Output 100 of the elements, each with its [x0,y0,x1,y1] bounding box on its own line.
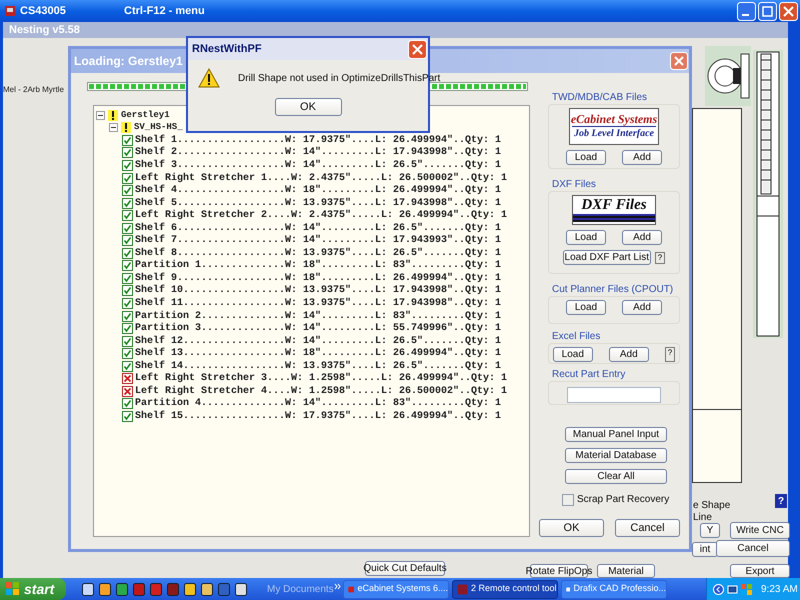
help-icon[interactable]: ? [654,252,666,264]
checkbox-icon[interactable] [122,298,133,309]
start-button[interactable]: start [0,578,66,600]
message-title: RNestWithPF [192,42,262,57]
checkbox-icon[interactable] [122,147,133,158]
tree-item[interactable]: Shelf 14.................W: 13.9375"....L: 26.5".......Qty: 1 [135,358,502,374]
checkbox-icon[interactable] [122,134,133,146]
tree-item[interactable]: Shelf 11.................W: 13.9375"....L: 17.943998"..Qty: 1 [135,296,502,311]
tree-item[interactable]: Partition 2..............W: 14".........L: 83".........Qty: 1 [135,308,502,324]
checkbox-icon[interactable] [122,235,133,246]
chevron-icon[interactable] [713,584,724,594]
checkbox-icon[interactable] [122,222,133,234]
button[interactable]: Clear All [565,469,667,484]
tree-item[interactable]: Shelf 6..................W: 14".........L: 26.5".......Qty: 1 [135,220,502,236]
app-icon[interactable] [201,582,213,596]
tree-item[interactable]: Left Right Stretcher 3....W: 1.2598".....L: 26.499994"..Qty: 1 [135,371,508,386]
checkbox-icon[interactable] [122,248,133,259]
tree-item[interactable]: Shelf 5..................W: 13.9375"....L: 17.943998"..Qty: 1 [135,196,502,211]
checkbox[interactable] [562,494,574,506]
input-field[interactable] [567,387,661,403]
button[interactable]: int [692,542,718,557]
checkbox-icon[interactable] [122,323,133,334]
button[interactable]: Y [700,523,720,538]
checkbox-icon[interactable] [122,398,133,410]
taskbar-button[interactable]: eCabinet Systems 6.... [343,580,449,598]
app-icon [457,584,468,594]
button[interactable]: Manual Panel Input [565,427,667,442]
checkbox-icon[interactable] [122,336,133,347]
tree-item[interactable]: Partition 3..............W: 14".........L: 55.749996"..Qty: 1 [135,321,502,336]
button[interactable]: Write CNC [730,522,790,539]
checkbox-icon[interactable] [122,172,133,184]
tree-item[interactable]: Shelf 7..................W: 14".........L: 17.943993"..Qty: 1 [135,233,502,248]
chevron-icon[interactable] [334,582,341,590]
menu-hint: Ctrl-F12 - menu [124,4,205,19]
app-icon[interactable] [184,582,196,596]
button[interactable]: Load [566,230,606,245]
logo-subtitle: Job Level Interface [574,127,654,141]
button[interactable]: Add [622,230,662,245]
checkbox-icon[interactable] [122,360,133,372]
checkbox-icon[interactable] [122,310,133,322]
button[interactable]: Cancel [615,519,680,537]
button[interactable]: Material [597,564,655,578]
expander-icon[interactable] [96,110,105,120]
checkbox-icon[interactable] [122,285,133,296]
tree-item[interactable]: Left Right Stretcher 4....W: 1.2598".....L: 26.500002"..Qty: 1 [135,384,508,399]
tree-item[interactable]: Left Right Stretcher 1....W: 2.4375".....L: 26.500002"..Qty: 1 [135,170,508,186]
app-icon[interactable] [99,582,111,596]
error-icon[interactable] [122,373,133,384]
minimize-icon [737,2,756,20]
tree-item[interactable]: Partition 1..............W: 18".........L: 83".........Qty: 1 [135,258,502,274]
help-icon[interactable]: ? [775,494,787,508]
button[interactable]: Cancel [716,540,790,557]
close-icon [779,2,798,20]
button[interactable]: Load [552,347,593,362]
button[interactable]: Add [622,150,662,165]
checkbox-icon[interactable] [122,198,133,209]
button[interactable]: Material Database [565,448,667,463]
taskbar-button[interactable]: Drafix CAD Professio... [561,580,667,598]
tree-item[interactable]: Shelf 8..................W: 13.9375"....L: 26.5".......Qty: 1 [135,246,502,261]
checkbox-icon[interactable] [122,160,133,171]
tree-item[interactable]: Shelf 9..................W: 18".........L: 26.499994"..Qty: 1 [135,270,502,286]
app-icon[interactable] [116,582,128,596]
tree-item[interactable]: Shelf 2..................W: 14".........L: 17.943998"..Qty: 1 [135,145,502,160]
button[interactable]: Load [566,300,606,315]
expander-icon[interactable] [109,123,118,132]
checkbox-icon[interactable] [122,348,133,360]
tree-item[interactable]: Shelf 4..................W: 18".........L: 26.499994"..Qty: 1 [135,183,502,198]
alert-icon [108,110,118,121]
help-icon[interactable]: ? [664,347,676,362]
button[interactable]: Load [566,150,606,165]
button[interactable]: OK [274,98,342,116]
group-title: Cut Planner Files (CPOUT) [551,284,674,296]
gear-drawing [705,46,751,106]
tree-item[interactable]: SV_HS-HS_ [134,121,183,135]
app-icon[interactable] [235,582,247,596]
button[interactable]: Export [730,564,790,578]
taskbar-button[interactable]: 2 Remote control tool [452,580,558,598]
tree-item[interactable]: Shelf 12.................W: 14".........L: 26.5".......Qty: 1 [135,334,502,349]
tree-item[interactable]: Left Right Stretcher 2....W: 2.4375".....L: 26.499994"..Qty: 1 [135,208,508,224]
error-icon[interactable] [122,386,133,397]
tree-item[interactable]: Shelf 3..................W: 14".........L: 26.5".......Qty: 1 [135,158,502,173]
app-icon[interactable] [82,582,94,596]
tree-item[interactable]: Shelf 10.................W: 13.9375"....L: 17.943998"..Qty: 1 [135,283,502,298]
tree-item[interactable]: Partition 4..............W: 14".........L: 83".........Qty: 1 [135,396,502,412]
checkbox-icon[interactable] [122,272,133,284]
tree-item[interactable]: Shelf 1..................W: 17.9375"....L: 26.499994"..Qty: 1 [135,132,502,148]
checkbox-icon[interactable] [122,260,133,272]
tree-item[interactable]: Shelf 13.................W: 18".........L: 26.499994"..Qty: 1 [135,346,502,362]
button[interactable]: Add [622,300,662,315]
button[interactable]: Load DXF Part List [562,250,651,265]
button[interactable]: OK [539,519,604,537]
close-icon [670,52,688,70]
checkbox-icon[interactable] [122,185,133,196]
checkbox-icon[interactable] [122,410,133,422]
tree-item[interactable]: Shelf 15.................W: 17.9375"....L: 26.499994"..Qty: 1 [135,408,502,424]
shape-label: Line [693,511,712,525]
shape-label: e Shape [693,499,730,512]
checkbox-icon[interactable] [122,210,133,222]
button[interactable]: Add [608,347,649,362]
tree-item[interactable]: Gerstley1 [121,108,170,122]
